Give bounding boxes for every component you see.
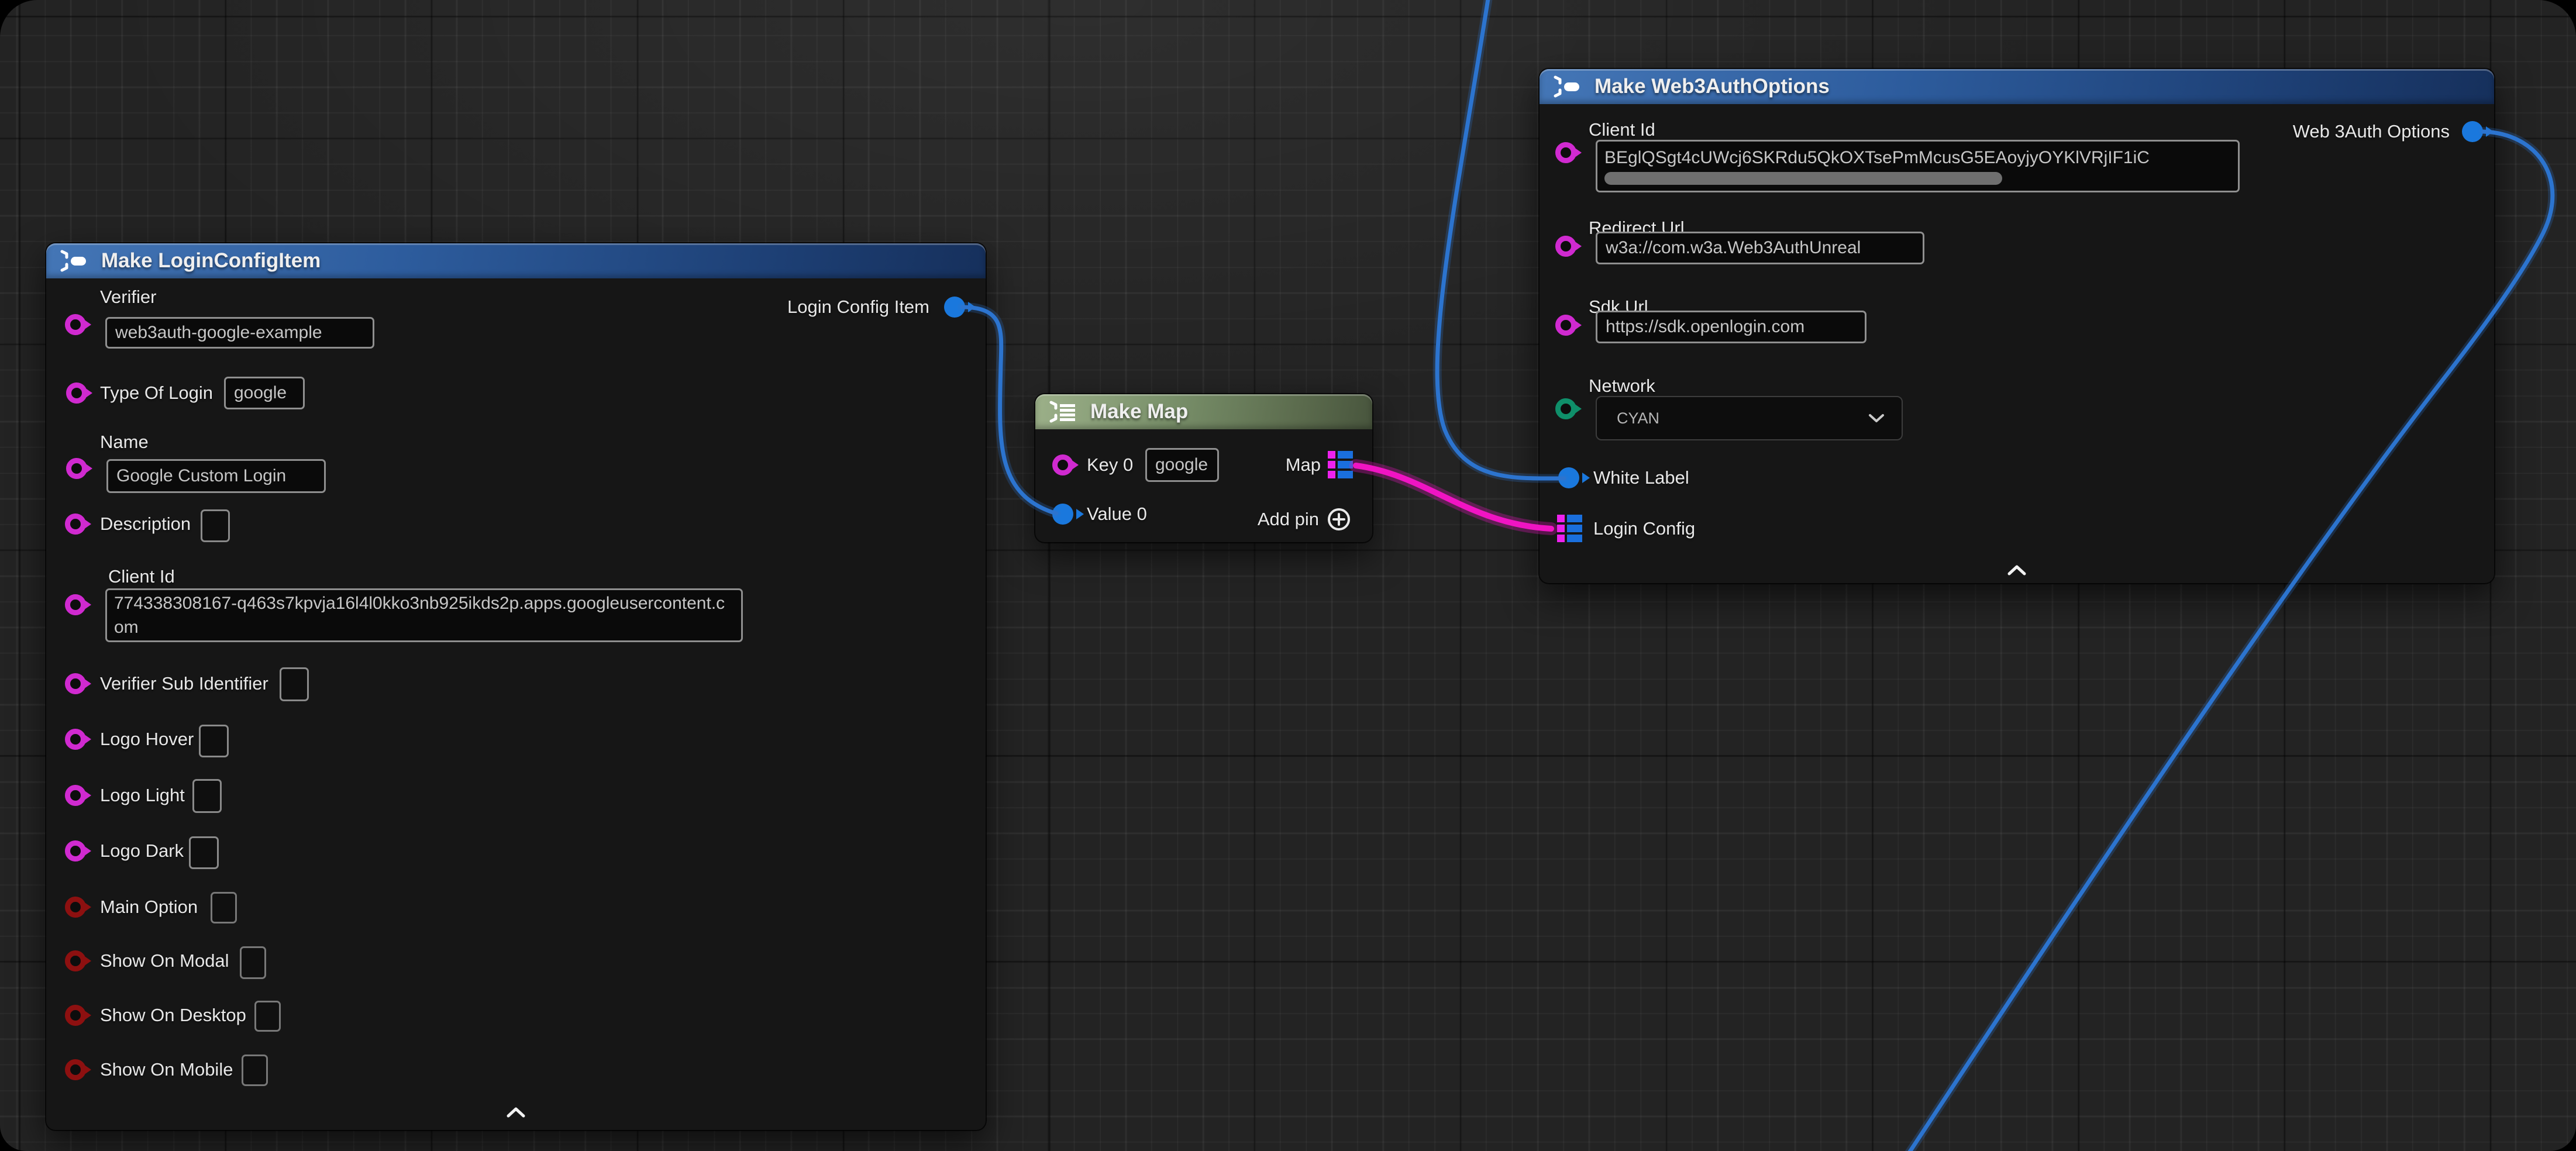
show-on-mobile-label: Show On Mobile bbox=[100, 1059, 233, 1080]
description-pin[interactable] bbox=[65, 514, 86, 535]
add-pin-label[interactable]: Add pin bbox=[1258, 509, 1319, 530]
logo-dark-label: Logo Dark bbox=[100, 840, 184, 861]
verifier-sub-identifier-label: Verifier Sub Identifier bbox=[100, 673, 268, 694]
main-option-checkbox[interactable] bbox=[211, 892, 237, 923]
logo-light-label: Logo Light bbox=[100, 785, 185, 806]
key-0-label: Key 0 bbox=[1087, 454, 1133, 475]
chevron-down-icon bbox=[1868, 413, 1885, 423]
sdk-url-input[interactable]: https://sdk.openlogin.com bbox=[1596, 311, 1866, 343]
logo-light-pin[interactable] bbox=[65, 785, 86, 806]
node-header-make-loginconfigitem[interactable]: Make LoginConfigItem bbox=[46, 243, 986, 278]
client-id-label: Client Id bbox=[1589, 119, 1655, 140]
login-config-label: Login Config bbox=[1593, 518, 1695, 539]
login-config-pin-icon[interactable] bbox=[1557, 515, 1582, 542]
description-input[interactable] bbox=[201, 509, 230, 542]
show-on-desktop-checkbox[interactable] bbox=[254, 1001, 281, 1032]
show-on-modal-label: Show On Modal bbox=[100, 950, 229, 971]
show-on-desktop-pin[interactable] bbox=[65, 1005, 86, 1026]
node-header-make-map[interactable]: Make Map bbox=[1035, 394, 1372, 429]
network-label: Network bbox=[1589, 375, 1655, 397]
blueprint-graph-canvas[interactable]: Make LoginConfigItem Login Config Item V… bbox=[0, 0, 2576, 1151]
logo-hover-input[interactable] bbox=[199, 725, 229, 757]
key-0-input[interactable]: google bbox=[1145, 448, 1219, 482]
node-title: Make Map bbox=[1090, 400, 1188, 423]
description-label: Description bbox=[100, 514, 191, 535]
sdk-url-pin[interactable] bbox=[1555, 315, 1576, 336]
collapse-chevron-icon[interactable] bbox=[505, 1107, 526, 1118]
main-option-label: Main Option bbox=[100, 897, 198, 918]
make-map-icon bbox=[1048, 401, 1079, 423]
node-header-make-web3authoptions[interactable]: Make Web3AuthOptions bbox=[1540, 69, 2494, 104]
node-title: Make LoginConfigItem bbox=[101, 249, 321, 273]
verifier-sub-identifier-pin[interactable] bbox=[65, 673, 86, 694]
map-output-label: Map bbox=[1286, 454, 1321, 475]
show-on-modal-checkbox[interactable] bbox=[240, 946, 266, 979]
client-id-pin[interactable] bbox=[65, 594, 86, 615]
client-id-scrollbar[interactable] bbox=[1604, 172, 2002, 185]
network-dropdown[interactable]: CYAN bbox=[1596, 396, 1903, 440]
map-output-pin-icon[interactable] bbox=[1328, 451, 1353, 478]
logo-dark-pin[interactable] bbox=[65, 840, 86, 861]
node-make-loginconfigitem[interactable]: Make LoginConfigItem Login Config Item V… bbox=[46, 243, 986, 1130]
white-label-label: White Label bbox=[1593, 467, 1689, 488]
make-struct-icon bbox=[59, 250, 89, 272]
key-0-pin[interactable] bbox=[1052, 454, 1073, 475]
redirect-url-input[interactable]: w3a://com.w3a.Web3AuthUnreal bbox=[1596, 232, 1924, 264]
verifier-label: Verifier bbox=[100, 287, 156, 308]
logo-hover-label: Logo Hover bbox=[100, 729, 194, 750]
logo-hover-pin[interactable] bbox=[65, 729, 86, 750]
name-pin[interactable] bbox=[66, 458, 87, 479]
name-input[interactable]: Google Custom Login bbox=[106, 459, 326, 493]
network-pin[interactable] bbox=[1555, 398, 1576, 419]
output-pin-label: Web 3Auth Options bbox=[2293, 121, 2450, 142]
show-on-desktop-label: Show On Desktop bbox=[100, 1005, 246, 1026]
verifier-sub-identifier-input[interactable] bbox=[280, 667, 309, 701]
show-on-mobile-pin[interactable] bbox=[65, 1059, 86, 1080]
client-id-pin[interactable] bbox=[1555, 142, 1576, 163]
redirect-url-pin[interactable] bbox=[1555, 236, 1576, 257]
add-pin-icon[interactable] bbox=[1325, 506, 1352, 533]
name-label: Name bbox=[100, 432, 149, 453]
client-id-value: BEglQSgt4cUWcj6SKRdu5QkOXTsePmMcusG5EAoy… bbox=[1604, 148, 2150, 167]
node-make-map[interactable]: Make Map Key 0 google Map Value 0 Add pi… bbox=[1035, 394, 1372, 542]
value-0-label: Value 0 bbox=[1087, 504, 1147, 525]
type-of-login-pin[interactable] bbox=[66, 382, 87, 404]
type-of-login-input[interactable]: google bbox=[224, 377, 305, 409]
client-id-input[interactable]: 774338308167-q463s7kpvja16l4l0kko3nb925i… bbox=[105, 588, 743, 642]
verifier-pin[interactable] bbox=[65, 314, 86, 335]
show-on-modal-pin[interactable] bbox=[65, 950, 86, 971]
node-title: Make Web3AuthOptions bbox=[1594, 75, 1830, 98]
collapse-chevron-icon[interactable] bbox=[2006, 564, 2027, 576]
logo-light-input[interactable] bbox=[192, 779, 222, 813]
verifier-input[interactable]: web3auth-google-example bbox=[105, 317, 374, 349]
make-struct-icon bbox=[1552, 75, 1583, 98]
show-on-mobile-checkbox[interactable] bbox=[242, 1054, 268, 1086]
logo-dark-input[interactable] bbox=[189, 836, 219, 869]
output-pin-label: Login Config Item bbox=[787, 297, 929, 318]
type-of-login-label: Type Of Login bbox=[100, 382, 213, 404]
client-id-label: Client Id bbox=[108, 566, 175, 587]
main-option-pin[interactable] bbox=[65, 897, 86, 918]
client-id-input[interactable]: BEglQSgt4cUWcj6SKRdu5QkOXTsePmMcusG5EAoy… bbox=[1596, 140, 2240, 192]
network-selected-value: CYAN bbox=[1617, 409, 1659, 428]
